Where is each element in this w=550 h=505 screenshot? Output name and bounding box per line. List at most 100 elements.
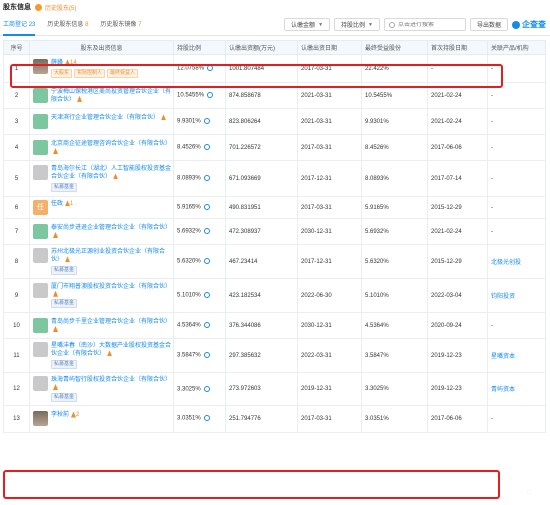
avatar bbox=[33, 87, 48, 103]
amount-filter-dropdown[interactable]: 认缴金额 ▼ bbox=[284, 18, 331, 31]
equity-tree-icon[interactable] bbox=[65, 256, 71, 263]
ownership-chart-icon[interactable] bbox=[203, 228, 210, 235]
ownership-chart-icon[interactable] bbox=[203, 118, 210, 125]
avatar bbox=[33, 140, 48, 155]
equity-tree-icon[interactable] bbox=[161, 114, 167, 121]
related-cell[interactable]: 青屿资本 bbox=[487, 372, 546, 406]
ownership-chart-icon[interactable] bbox=[203, 258, 210, 265]
shareholder-name-link[interactable]: 厦门市翔普澳股权投资合伙企业（有限合伙） bbox=[51, 284, 171, 290]
shareholder-name-link[interactable]: 泰安尚步进退企业管理合伙企业（有限合伙） bbox=[51, 225, 171, 231]
equity-tree-icon[interactable] bbox=[53, 148, 58, 154]
col-header-first-date[interactable]: 首次持股日期 bbox=[427, 40, 488, 55]
avatar bbox=[33, 248, 48, 263]
shareholder-name-link[interactable]: 北京商企征途管理咨询合伙企业（有限合伙） bbox=[51, 141, 171, 147]
ownership-chart-icon[interactable] bbox=[203, 352, 210, 359]
equity-tree-icon[interactable] bbox=[53, 384, 58, 390]
ownership-chart-icon[interactable] bbox=[203, 322, 210, 329]
shareholder-badge[interactable]: 私募基金 bbox=[51, 392, 78, 402]
ratio-filter-dropdown[interactable]: 持股比例 ▼ bbox=[334, 18, 380, 31]
watermark: ◌ bbox=[526, 487, 532, 497]
ownership-chart-icon[interactable] bbox=[203, 385, 210, 392]
avatar bbox=[33, 114, 48, 129]
ownership-chart-icon[interactable] bbox=[203, 175, 210, 182]
shareholder-cell: 青岛尚步千里企业管理合伙企业（有限合伙） bbox=[29, 312, 174, 339]
ratio-value: 5.9165% bbox=[177, 204, 201, 211]
badge-list: 私募基金 bbox=[51, 299, 173, 309]
ratio-cell: 4.5364% bbox=[173, 312, 226, 339]
benefit-cell: 3.0351% bbox=[361, 404, 428, 433]
shareholder-name-link[interactable]: 宁波梅山保税港区美尚投资管理合伙企业（有限合伙） bbox=[51, 89, 171, 103]
ownership-chart-icon[interactable] bbox=[203, 204, 210, 211]
col-header-ratio[interactable]: 持股比例 bbox=[173, 40, 226, 55]
shareholder-name-link[interactable]: 天津滨行企业管理合伙企业（有限合伙） bbox=[51, 115, 159, 121]
shareholder-badge[interactable]: 私募基金 bbox=[51, 266, 78, 275]
table-row: 4 北京商企征途管理咨询合伙企业（有限合伙） 8.4526% 701.226572 20… bbox=[3, 134, 546, 161]
ownership-chart-icon[interactable] bbox=[203, 292, 210, 299]
equity-tree-icon[interactable] bbox=[53, 232, 58, 238]
equity-tree-icon[interactable] bbox=[53, 290, 58, 297]
ratio-value: 3.3025% bbox=[177, 386, 201, 393]
tab-history-mirror[interactable]: 历史股东镜像 7 bbox=[100, 14, 141, 36]
tab-business-registration[interactable]: 工商登记 23 bbox=[3, 14, 36, 36]
related-cell: - bbox=[487, 134, 546, 161]
table-row: 3 天津滨行企业管理合伙企业（有限合伙） 9.9301% 823.806264 2021… bbox=[3, 108, 546, 135]
row-number: 12 bbox=[3, 372, 30, 406]
shareholder-badge[interactable]: 私募基金 bbox=[51, 299, 78, 309]
col-header-amount[interactable]: 认缴出资额(万元) bbox=[225, 40, 298, 55]
table-row: 11 星嘴沣春（南沙）大数据产业股权投资基金合伙企业（有限合伙） 私募基金 3.584… bbox=[3, 338, 546, 373]
relation-count[interactable]: 2 bbox=[76, 412, 79, 418]
first-date-cell: 2019-12-23 bbox=[427, 338, 488, 373]
shareholder-name-link[interactable]: 李秋前 bbox=[51, 412, 69, 418]
logo-icon bbox=[512, 20, 520, 29]
date-cell: 2019-12-31 bbox=[297, 372, 362, 406]
equity-tree-icon[interactable] bbox=[53, 326, 58, 332]
history-shareholders-link[interactable]: 历史股东(5) bbox=[45, 3, 76, 12]
related-cell[interactable]: 星嘴资本 bbox=[487, 338, 546, 373]
amount-cell: 823.806264 bbox=[225, 108, 298, 135]
ratio-value: 3.0351% bbox=[177, 415, 201, 422]
equity-tree-icon[interactable] bbox=[107, 350, 113, 357]
shareholder-name-link[interactable]: 珠海青屿智行股权投资合伙企业（有限合伙） bbox=[51, 377, 171, 383]
shareholder-badge[interactable]: 私募基金 bbox=[51, 183, 78, 192]
benefit-cell: 5.9165% bbox=[361, 196, 428, 219]
avatar bbox=[33, 165, 48, 180]
col-header-benefit[interactable]: 最终受益股份 bbox=[361, 40, 428, 55]
date-cell: 2022-03-31 bbox=[297, 338, 362, 373]
search-input[interactable] bbox=[397, 21, 468, 28]
related-cell[interactable]: 钧阳投资 bbox=[487, 278, 546, 313]
ownership-chart-icon[interactable] bbox=[207, 92, 214, 99]
row-number: 5 bbox=[3, 160, 30, 197]
avatar bbox=[33, 318, 48, 333]
shareholder-badge[interactable]: 私募基金 bbox=[51, 360, 78, 369]
shareholder-name-link[interactable]: 青岛尚步千里企业管理合伙企业（有限合伙） bbox=[51, 319, 171, 325]
dropdown-label: 认缴金额 bbox=[291, 23, 316, 29]
equity-tree-icon[interactable] bbox=[77, 95, 83, 102]
badge-list: 私募基金 bbox=[51, 360, 173, 369]
shareholder-cell: 天津滨行企业管理合伙企业（有限合伙） bbox=[29, 108, 174, 135]
table-row: 10 青岛尚步千里企业管理合伙企业（有限合伙） 4.5364% 376.344086 2… bbox=[3, 312, 546, 339]
ratio-cell: 8.4526% bbox=[173, 134, 226, 161]
badge-list: 私募基金 bbox=[51, 266, 173, 275]
info-icon[interactable] bbox=[35, 3, 42, 11]
shareholder-table: 序号 股东及出资信息 持股比例 认缴出资额(万元) 认缴出资日期 最终受益股份 … bbox=[3, 40, 546, 433]
ownership-chart-icon[interactable] bbox=[203, 144, 210, 151]
badge-list: 私募基金 bbox=[51, 183, 173, 192]
first-date-cell: 2021-02-24 bbox=[427, 108, 488, 135]
first-date-cell: 2017-06-06 bbox=[427, 134, 488, 161]
tab-history-shareholders[interactable]: 历史股东信息 8 bbox=[47, 14, 88, 36]
date-cell: 2017-03-31 bbox=[297, 404, 362, 433]
relation-count[interactable]: 1 bbox=[70, 201, 73, 207]
export-button[interactable]: 导出数据 bbox=[469, 18, 508, 31]
shareholder-name-link[interactable]: 青岛海尔长江（湖北）人工智能股权投资基金合伙企业（有限合伙） bbox=[51, 166, 171, 180]
related-cell[interactable]: 北极光创投 bbox=[487, 244, 546, 279]
shareholder-cell: 厦门市翔普澳股权投资合伙企业（有限合伙） 私募基金 bbox=[29, 278, 174, 313]
col-header-related: 关联产品/机构 bbox=[487, 40, 546, 55]
ownership-chart-icon[interactable] bbox=[203, 415, 210, 422]
shareholder-name-link[interactable]: 任政 bbox=[51, 201, 63, 207]
col-header-date[interactable]: 认缴出资日期 bbox=[297, 40, 362, 55]
shareholder-cell: 李秋前 2 bbox=[29, 404, 174, 433]
equity-tree-icon[interactable] bbox=[113, 173, 119, 180]
chevron-down-icon: ▼ bbox=[318, 21, 324, 28]
table-row: 12 珠海青屿智行股权投资合伙企业（有限合伙） 私募基金 3.3025% 273.972… bbox=[3, 372, 546, 406]
table-row: 6 任任政 1 5.9165% 490.831951 2017-03-31 5.9165% 2… bbox=[3, 196, 546, 219]
